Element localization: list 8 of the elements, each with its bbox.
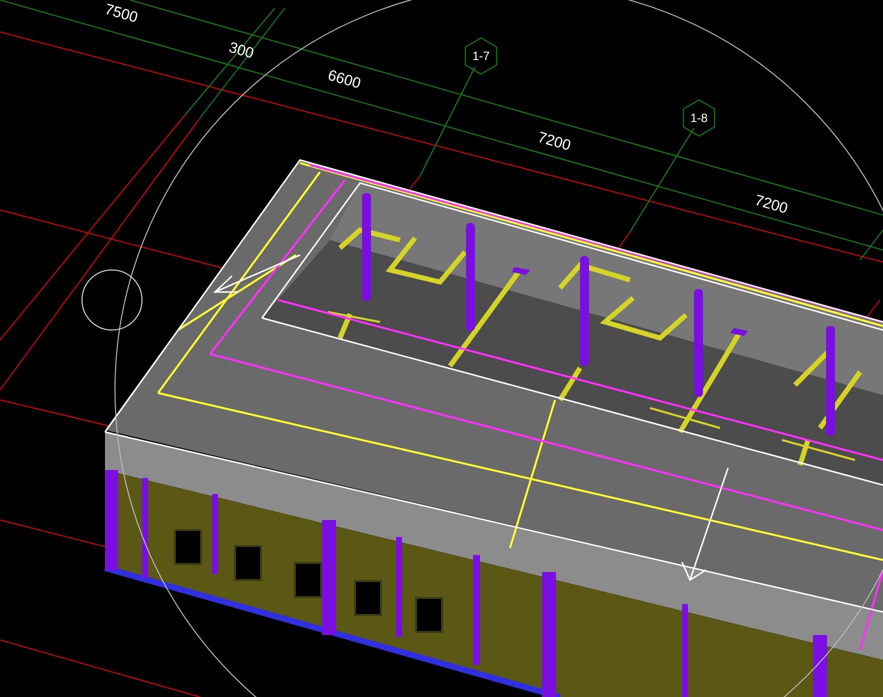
dimension-label: 6600 bbox=[326, 66, 363, 92]
dimension-label: 7500 bbox=[102, 0, 140, 26]
dimension-label: 7200 bbox=[752, 192, 790, 218]
orbit-handle-circle[interactable] bbox=[82, 270, 142, 330]
axis-label: 1-8 bbox=[690, 111, 708, 125]
dimension-label: 300 bbox=[226, 39, 256, 62]
axis-label: 1-7 bbox=[472, 49, 490, 63]
dimension-label: 7200 bbox=[536, 128, 573, 154]
